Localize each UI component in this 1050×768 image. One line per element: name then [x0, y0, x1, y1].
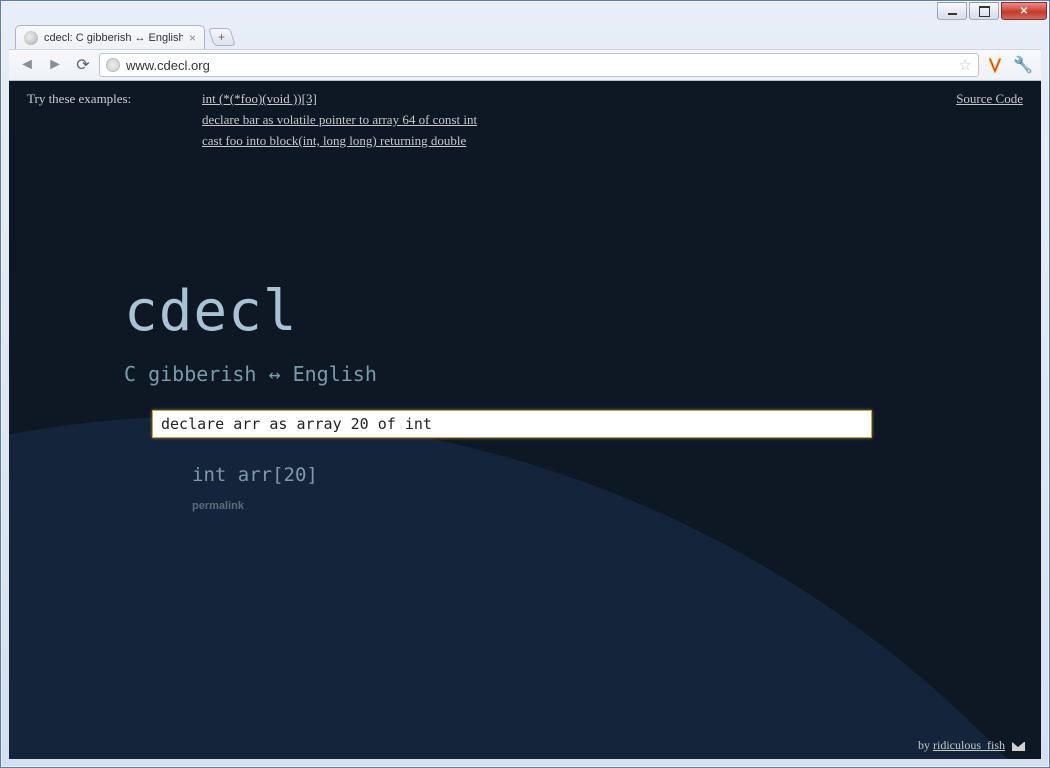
- browser-toolbar: ◄ ► ⟳ www.cdecl.org ☆ 🔧: [9, 49, 1041, 81]
- page-viewport: Try these examples: int (*(*foo)(void ))…: [9, 81, 1041, 759]
- site-subtitle: C gibberish ↔ English: [124, 362, 1041, 386]
- address-bar[interactable]: www.cdecl.org ☆: [99, 53, 979, 77]
- site-title: cdecl: [124, 279, 1041, 344]
- footer-author-link[interactable]: ridiculous_fish: [933, 738, 1005, 752]
- window-frame: cdecl: C gibberish ↔ English × + ◄ ► ⟳ w…: [0, 0, 1050, 768]
- page-footer: by ridiculous_fish: [918, 738, 1025, 753]
- window-close-button[interactable]: [1001, 2, 1047, 20]
- back-button[interactable]: ◄: [15, 53, 39, 77]
- top-row: Try these examples: int (*(*foo)(void ))…: [9, 81, 1041, 149]
- example-link[interactable]: cast foo into block(int, long long) retu…: [202, 133, 477, 149]
- examples-list: int (*(*foo)(void ))[3] declare bar as v…: [202, 91, 477, 149]
- tab-strip: cdecl: C gibberish ↔ English × +: [9, 23, 1041, 49]
- forward-button[interactable]: ►: [43, 53, 67, 77]
- new-tab-button[interactable]: +: [208, 28, 236, 46]
- main-block: cdecl C gibberish ↔ English int arr[20] …: [124, 279, 1041, 512]
- example-link[interactable]: int (*(*foo)(void ))[3]: [202, 91, 477, 107]
- translation-output: int arr[20]: [192, 464, 1041, 486]
- url-text: www.cdecl.org: [126, 58, 953, 73]
- bookmark-star-icon[interactable]: ☆: [959, 56, 972, 74]
- browser-chrome: cdecl: C gibberish ↔ English × + ◄ ► ⟳ w…: [9, 23, 1041, 759]
- footer-by: by: [918, 738, 933, 752]
- window-minimize-button[interactable]: [937, 2, 967, 20]
- example-link[interactable]: declare bar as volatile pointer to array…: [202, 112, 477, 128]
- examples-label: Try these examples:: [27, 91, 202, 149]
- mail-icon[interactable]: [1012, 742, 1025, 751]
- browser-tab[interactable]: cdecl: C gibberish ↔ English ×: [15, 25, 205, 49]
- permalink-link[interactable]: permalink: [192, 500, 1041, 512]
- wrench-menu-icon[interactable]: 🔧: [1011, 53, 1035, 77]
- tab-close-icon[interactable]: ×: [189, 31, 196, 45]
- globe-icon: [106, 58, 120, 72]
- window-maximize-button[interactable]: [969, 2, 999, 20]
- tab-favicon: [24, 31, 38, 45]
- source-code-link[interactable]: Source Code: [956, 91, 1023, 149]
- declaration-input[interactable]: [152, 410, 872, 438]
- window-titlebar: [1, 1, 1049, 23]
- reload-button[interactable]: ⟳: [71, 53, 95, 77]
- tab-title: cdecl: C gibberish ↔ English: [44, 32, 183, 44]
- extension-icon[interactable]: [983, 53, 1007, 77]
- window-controls: [937, 2, 1047, 20]
